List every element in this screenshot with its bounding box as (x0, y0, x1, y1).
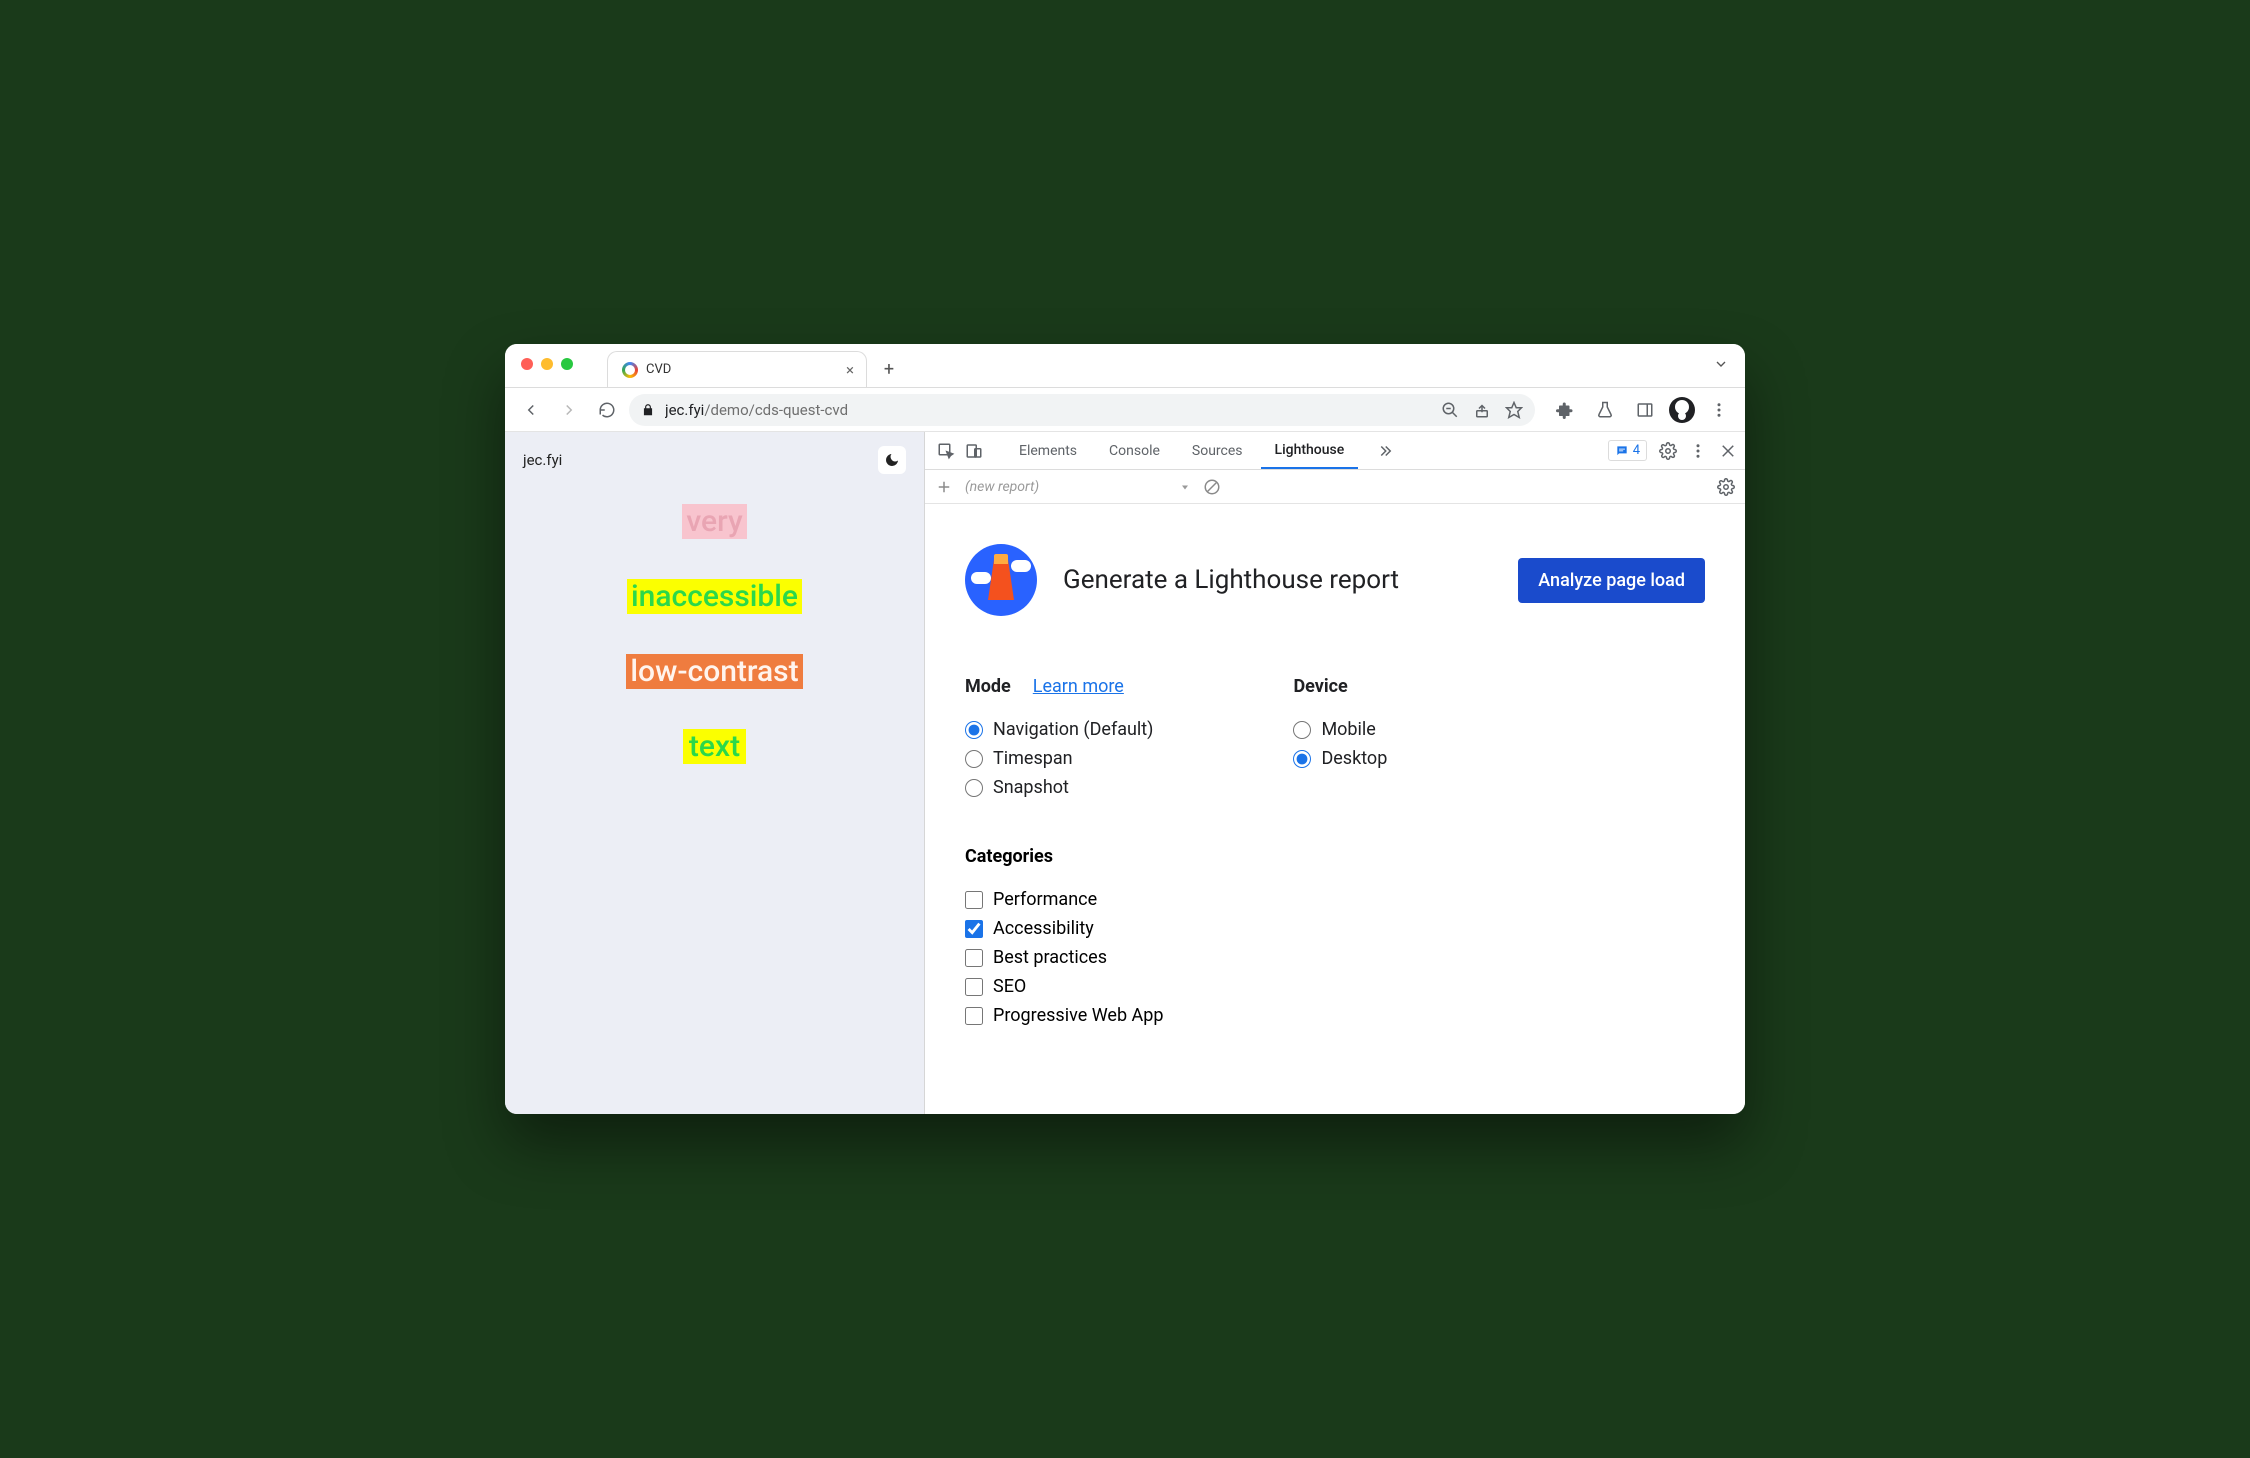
minimize-window-button[interactable] (541, 358, 553, 370)
word-low-contrast: low-contrast (626, 654, 802, 689)
side-panel-button[interactable] (1629, 394, 1661, 426)
lighthouse-body: Generate a Lighthouse report Analyze pag… (925, 504, 1745, 1114)
category-pwa[interactable]: Progressive Web App (965, 1005, 1705, 1026)
report-selector-label: (new report) (965, 479, 1039, 495)
dropdown-caret-icon (1179, 481, 1191, 493)
kebab-menu-icon[interactable] (1689, 442, 1707, 460)
profile-avatar[interactable] (1669, 397, 1695, 423)
mode-column: Mode Learn more Navigation (Default) Time… (965, 676, 1153, 806)
device-option-desktop[interactable]: Desktop (1293, 748, 1387, 769)
tab-console[interactable]: Console (1095, 432, 1174, 469)
device-heading: Device (1293, 676, 1347, 697)
browser-menu-button[interactable] (1703, 394, 1735, 426)
word-inaccessible: inaccessible (627, 579, 802, 614)
word-very: very (682, 504, 746, 539)
browser-tab[interactable]: CVD × (607, 351, 867, 387)
lighthouse-header: Generate a Lighthouse report Analyze pag… (965, 544, 1705, 616)
zoom-out-icon[interactable] (1441, 401, 1459, 419)
categories-column: Categories Performance Accessibility Bes… (965, 846, 1705, 1026)
window-controls (521, 358, 573, 370)
browser-window: CVD × + jec.fyi/demo/cds-quest-cvd (505, 344, 1745, 1114)
rendered-page: jec.fyi very inaccessible low-contrast t… (505, 432, 925, 1114)
category-seo[interactable]: SEO (965, 976, 1705, 997)
maximize-window-button[interactable] (561, 358, 573, 370)
lighthouse-form: Mode Learn more Navigation (Default) Time… (965, 676, 1705, 806)
tabs-dropdown-button[interactable] (1713, 356, 1729, 376)
close-devtools-icon[interactable] (1719, 442, 1737, 460)
tab-overflow[interactable] (1362, 432, 1408, 469)
mode-heading: Mode (965, 676, 1011, 697)
category-performance[interactable]: Performance (965, 889, 1705, 910)
lighthouse-logo (965, 544, 1037, 616)
lock-icon (641, 403, 655, 417)
address-bar[interactable]: jec.fyi/demo/cds-quest-cvd (629, 394, 1535, 426)
url-path: /demo/cds-quest-cvd (704, 401, 848, 419)
star-icon[interactable] (1505, 401, 1523, 419)
device-option-mobile[interactable]: Mobile (1293, 719, 1387, 740)
back-button[interactable] (515, 394, 547, 426)
device-toolbar-icon[interactable] (965, 442, 983, 460)
devtools-tabstrip: Elements Console Sources Lighthouse 4 (925, 432, 1745, 470)
reload-button[interactable] (591, 394, 623, 426)
clear-icon[interactable] (1203, 478, 1221, 496)
categories-heading: Categories (965, 846, 1053, 867)
learn-more-link[interactable]: Learn more (1033, 676, 1124, 697)
lighthouse-settings-icon[interactable] (1717, 478, 1735, 496)
close-window-button[interactable] (521, 358, 533, 370)
browser-toolbar: jec.fyi/demo/cds-quest-cvd (505, 388, 1745, 432)
lighthouse-toolbar: (new report) (925, 470, 1745, 504)
settings-icon[interactable] (1659, 442, 1677, 460)
forward-button[interactable] (553, 394, 585, 426)
chevron-double-right-icon (1376, 442, 1394, 460)
titlebar: CVD × + (505, 344, 1745, 388)
word-text: text (683, 729, 746, 764)
tab-title: CVD (646, 362, 671, 377)
category-best-practices[interactable]: Best practices (965, 947, 1705, 968)
category-accessibility[interactable]: Accessibility (965, 918, 1705, 939)
moon-icon (884, 452, 900, 468)
tab-close-icon[interactable]: × (846, 361, 854, 379)
sample-words: very inaccessible low-contrast text (505, 504, 924, 764)
new-tab-button[interactable]: + (875, 355, 903, 383)
issues-badge[interactable]: 4 (1608, 440, 1647, 461)
page-brand: jec.fyi (523, 451, 562, 469)
device-column: Device Mobile Desktop (1293, 676, 1387, 806)
mode-option-snapshot[interactable]: Snapshot (965, 777, 1153, 798)
tab-lighthouse[interactable]: Lighthouse (1261, 432, 1359, 469)
devtools-panel: Elements Console Sources Lighthouse 4 (925, 432, 1745, 1114)
labs-button[interactable] (1589, 394, 1621, 426)
issues-count: 4 (1633, 443, 1640, 458)
lighthouse-title: Generate a Lighthouse report (1063, 565, 1399, 595)
inspect-element-icon[interactable] (937, 442, 955, 460)
mode-option-timespan[interactable]: Timespan (965, 748, 1153, 769)
extensions-button[interactable] (1549, 394, 1581, 426)
tab-sources[interactable]: Sources (1178, 432, 1257, 469)
theme-toggle[interactable] (878, 446, 906, 474)
new-report-plus-icon[interactable] (935, 478, 953, 496)
tab-elements[interactable]: Elements (1005, 432, 1091, 469)
mode-option-navigation[interactable]: Navigation (Default) (965, 719, 1153, 740)
analyze-button[interactable]: Analyze page load (1518, 558, 1705, 603)
chat-icon (1615, 444, 1629, 458)
url-text: jec.fyi/demo/cds-quest-cvd (665, 401, 1431, 419)
share-icon[interactable] (1473, 401, 1491, 419)
content-area: jec.fyi very inaccessible low-contrast t… (505, 432, 1745, 1114)
url-host: jec.fyi (665, 401, 704, 419)
report-selector[interactable]: (new report) (965, 479, 1191, 495)
tab-favicon (622, 362, 638, 378)
